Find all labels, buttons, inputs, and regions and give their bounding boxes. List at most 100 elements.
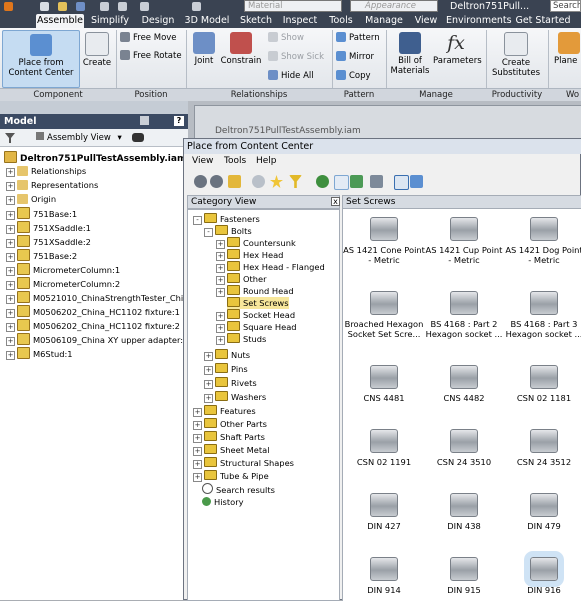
undo-icon[interactable] (100, 2, 109, 11)
assembly-view-dropdown[interactable]: Assembly View ▾ (36, 129, 122, 147)
family-item[interactable]: DIN 427 (343, 493, 425, 531)
expand-icon[interactable]: + (6, 309, 15, 318)
tree-item[interactable]: +751XSaddle:2 (6, 235, 91, 248)
model-menu-icon[interactable] (140, 116, 149, 125)
family-item[interactable]: BS 4168 : Part 3 Hexagon socket ... (503, 291, 581, 339)
category-item[interactable]: + Round Head (216, 285, 294, 297)
category-item[interactable]: + Square Head (216, 321, 297, 333)
refresh-icon[interactable] (316, 175, 329, 188)
category-item[interactable]: + Other Parts (193, 418, 267, 430)
category-item[interactable]: + Hex Head (216, 249, 283, 261)
category-item[interactable]: + Rivets (204, 377, 257, 389)
category-item[interactable]: + Countersunk (216, 237, 296, 249)
view-options-icon[interactable] (370, 175, 383, 188)
new-icon[interactable] (40, 2, 49, 11)
expand-icon[interactable]: + (6, 168, 15, 177)
tab-sketch[interactable]: Sketch (238, 14, 274, 28)
family-item[interactable]: Broached Hexagon Socket Set Scre... (343, 291, 425, 339)
tab-view[interactable]: View (411, 14, 441, 28)
family-item[interactable]: DIN 479 (503, 493, 581, 531)
family-item[interactable]: CSN 24 3510 (423, 429, 505, 467)
expand-icon[interactable]: + (6, 196, 15, 205)
tab-get-started[interactable]: Get Started (515, 14, 571, 28)
favorites-icon[interactable] (270, 175, 283, 188)
expand-icon[interactable]: + (216, 264, 225, 273)
expand-icon[interactable]: + (6, 295, 15, 304)
category-item[interactable]: + Socket Head (216, 309, 295, 321)
tab-inspect[interactable]: Inspect (281, 14, 319, 28)
category-item[interactable]: + Studs (216, 333, 266, 345)
category-item[interactable]: Search results (202, 483, 275, 495)
save-icon[interactable] (76, 2, 85, 11)
expand-icon[interactable]: + (204, 366, 213, 375)
family-item[interactable]: DIN 438 (423, 493, 505, 531)
tree-item[interactable]: + Origin (6, 193, 56, 206)
category-item[interactable]: - Fasteners (193, 213, 260, 225)
plane-button[interactable]: Plane (554, 32, 581, 66)
tab-tools[interactable]: Tools (325, 14, 357, 28)
family-item[interactable]: DIN 914 (343, 557, 425, 595)
expand-icon[interactable]: + (6, 267, 15, 276)
category-item-selected[interactable]: Set Screws (227, 297, 289, 309)
tree-item[interactable]: +751Base:2 (6, 249, 77, 262)
tree-item[interactable]: + M0506109_China XY upper adapter:1 (6, 333, 188, 346)
tree-item[interactable]: + M0521010_ChinaStrengthTester_China (6, 291, 194, 304)
copy-button[interactable]: Copy (336, 70, 371, 82)
filter-icon[interactable] (5, 133, 15, 143)
tree-item[interactable]: +751XSaddle:1 (6, 221, 91, 234)
mirror-button[interactable]: Mirror (336, 51, 374, 63)
collapse-icon[interactable]: - (204, 228, 213, 237)
app-logo-icon[interactable] (4, 2, 13, 11)
show-sick-button[interactable]: Show Sick (268, 51, 324, 63)
tree-item[interactable]: +751Base:1 (6, 207, 77, 220)
show-button[interactable]: Show (268, 32, 304, 44)
appearance-dropdown[interactable]: Appearance (350, 0, 438, 12)
sync-icon[interactable] (350, 175, 363, 188)
expand-icon[interactable]: + (216, 288, 225, 297)
expand-icon[interactable]: + (6, 182, 15, 191)
expand-icon[interactable]: + (6, 253, 15, 262)
tree-item[interactable]: + M6Stud:1 (6, 347, 73, 360)
material-dropdown[interactable]: Material (244, 0, 342, 12)
menu-help[interactable]: Help (256, 154, 277, 169)
search-icon[interactable] (252, 175, 265, 188)
search-input[interactable]: Search (550, 0, 581, 12)
expand-icon[interactable]: + (193, 421, 202, 430)
expand-icon[interactable]: + (216, 240, 225, 249)
open-icon[interactable] (58, 2, 67, 11)
category-item[interactable]: + Pins (204, 363, 248, 375)
family-item[interactable]: AS 1421 Dog Point - Metric (503, 217, 581, 265)
menu-view[interactable]: View (192, 154, 213, 169)
tab-environments[interactable]: Environments (446, 14, 512, 28)
family-item[interactable]: BS 4168 : Part 2 Hexagon socket ... (423, 291, 505, 339)
expand-icon[interactable]: + (6, 337, 15, 346)
constrain-button[interactable]: Constrain (220, 32, 262, 66)
tree-item[interactable]: + MicrometerColumn:1 (6, 263, 120, 276)
tree-item[interactable]: + Relationships (6, 165, 86, 178)
model-close-icon[interactable]: ? (174, 116, 184, 126)
expand-icon[interactable]: + (216, 252, 225, 261)
category-item[interactable]: + Sheet Metal (193, 444, 270, 456)
up-folder-icon[interactable] (228, 175, 241, 188)
expand-icon[interactable]: + (216, 276, 225, 285)
tab-simplify[interactable]: Simplify (88, 14, 132, 28)
expand-icon[interactable]: + (6, 351, 15, 360)
expand-icon[interactable]: + (193, 434, 202, 443)
category-item[interactable]: + Other (216, 273, 267, 285)
expand-icon[interactable]: + (193, 447, 202, 456)
filter-icon[interactable] (289, 175, 302, 188)
tab-manage[interactable]: Manage (363, 14, 405, 28)
hide-all-button[interactable]: Hide All (268, 70, 314, 82)
tree-view-icon[interactable] (334, 175, 349, 190)
tab-assemble[interactable]: Assemble (36, 14, 84, 28)
tab-design[interactable]: Design (140, 14, 176, 28)
expand-icon[interactable]: + (204, 380, 213, 389)
family-item-highlighted[interactable]: DIN 916 (503, 551, 581, 595)
free-move-button[interactable]: Free Move (120, 32, 177, 44)
family-item[interactable]: AS 1421 Cone Point - Metric (343, 217, 425, 265)
expand-icon[interactable]: + (6, 323, 15, 332)
tree-item[interactable]: + M0506202_China_HC1102 fixture:1 (6, 305, 180, 318)
tree-root[interactable]: Deltron751PullTestAssembly.iam (4, 151, 186, 164)
tree-item[interactable]: + Representations (6, 179, 98, 192)
tree-item[interactable]: + M0506202_China_HC1102 fixture:2 (6, 319, 180, 332)
